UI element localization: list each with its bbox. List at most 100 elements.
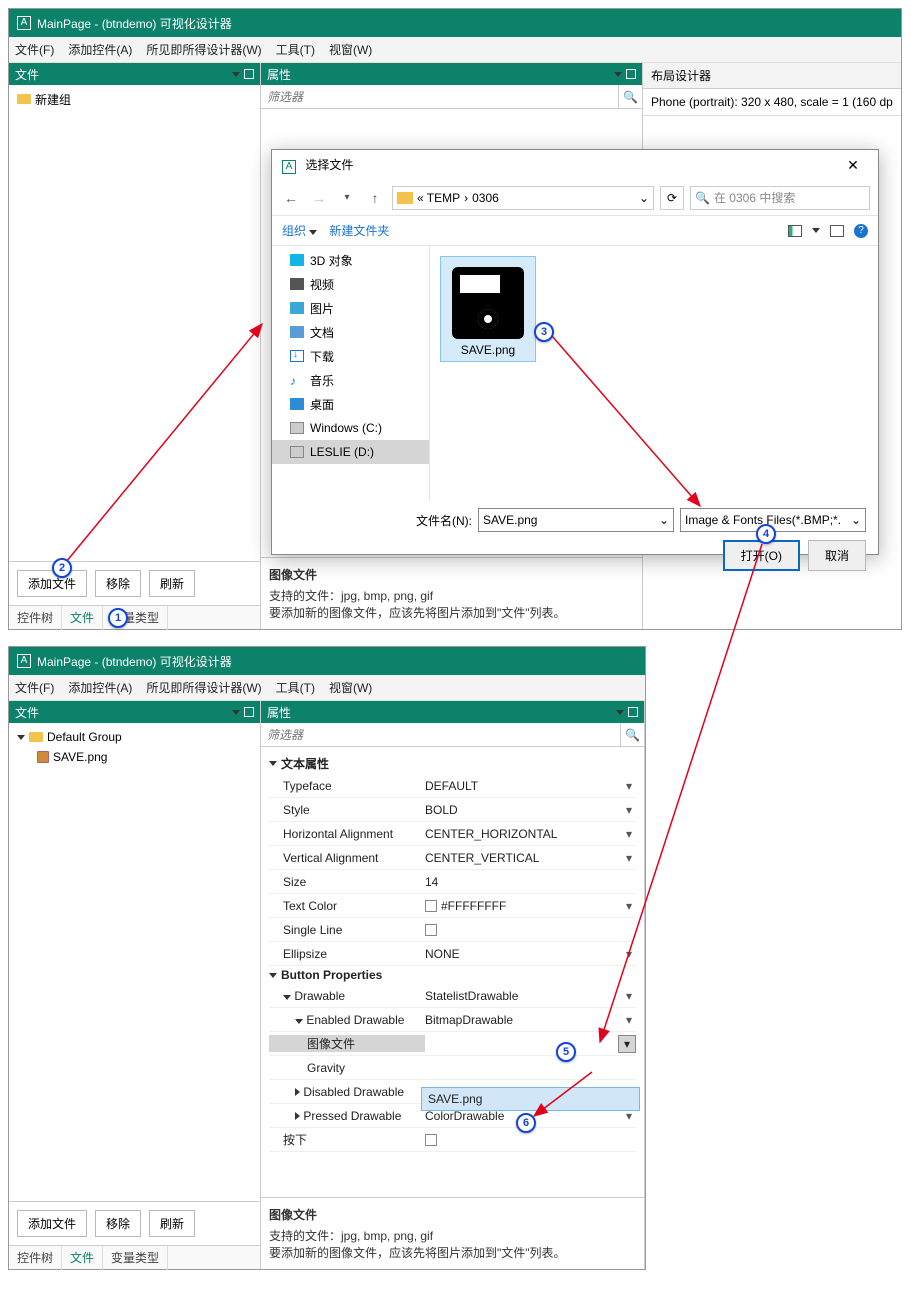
pin-icon[interactable]: [244, 707, 254, 717]
prop-ellipsize[interactable]: EllipsizeNONE▾: [269, 942, 636, 966]
prop-singleline[interactable]: Single Line: [269, 918, 636, 942]
file-tree[interactable]: Default Group SAVE.png: [9, 723, 260, 1201]
menu-wysiwyg[interactable]: 所见即所得设计器(W): [146, 679, 261, 696]
nav-videos[interactable]: 视频: [272, 272, 429, 296]
dialog-nav-tree[interactable]: 3D 对象 视频 图片 文档 下载 ♪音乐 桌面 Windows (C:) LE…: [272, 246, 430, 500]
tree-item-save[interactable]: SAVE.png: [13, 747, 256, 767]
remove-button[interactable]: 移除: [95, 1210, 141, 1237]
file-pane-header: 文件: [9, 63, 260, 85]
nav-desktop[interactable]: 桌面: [272, 392, 429, 416]
section-button-props[interactable]: Button Properties: [269, 968, 636, 982]
back-icon[interactable]: ←: [280, 187, 302, 209]
tab-files[interactable]: 文件: [62, 605, 103, 630]
prop-image-file[interactable]: 图像文件▾: [269, 1032, 636, 1056]
collapse-icon[interactable]: [614, 72, 622, 77]
view-dropdown-icon[interactable]: [812, 228, 820, 233]
menu-file[interactable]: 文件(F): [15, 41, 54, 58]
dialog-search[interactable]: 🔍 在 0306 中搜索: [690, 186, 870, 210]
dropdown-icon[interactable]: ⌄: [659, 513, 669, 527]
menu-file[interactable]: 文件(F): [15, 679, 54, 696]
collapse-icon[interactable]: [232, 72, 240, 77]
nav-downloads[interactable]: 下载: [272, 344, 429, 368]
checkbox[interactable]: [425, 924, 437, 936]
prop-textcolor[interactable]: Text Color#FFFFFFFF▾: [269, 894, 636, 918]
refresh-button[interactable]: 刷新: [149, 570, 195, 597]
new-folder-button[interactable]: 新建文件夹: [329, 222, 389, 239]
pin-icon[interactable]: [626, 69, 636, 79]
help-title: 图像文件: [269, 1206, 636, 1223]
prop-valign[interactable]: Vertical AlignmentCENTER_VERTICAL▾: [269, 846, 636, 870]
file-item-save[interactable]: SAVE.png: [440, 256, 536, 362]
remove-button[interactable]: 移除: [95, 570, 141, 597]
drive-icon: [290, 446, 304, 458]
help-icon[interactable]: ?: [854, 224, 868, 238]
titlebar[interactable]: A MainPage - (btndemo) 可视化设计器: [9, 647, 645, 675]
nav-documents[interactable]: 文档: [272, 320, 429, 344]
menu-tools[interactable]: 工具(T): [276, 41, 315, 58]
tree-root-row[interactable]: 新建组: [13, 89, 256, 109]
search-icon[interactable]: 🔍: [620, 723, 644, 746]
dropdown-icon[interactable]: ⌄: [851, 513, 861, 527]
prop-drawable[interactable]: DrawableStatelistDrawable▾: [269, 984, 636, 1008]
tab-vartype[interactable]: 变量类型: [103, 1245, 168, 1270]
filter-input[interactable]: [261, 723, 620, 746]
collapse-icon[interactable]: [616, 710, 624, 715]
forward-icon[interactable]: →: [308, 187, 330, 209]
pin-icon[interactable]: [244, 69, 254, 79]
tab-control-tree[interactable]: 控件树: [9, 1245, 62, 1270]
dialog-titlebar[interactable]: A 选择文件 ✕: [272, 150, 878, 180]
tab-files[interactable]: 文件: [62, 1245, 103, 1270]
add-file-button[interactable]: 添加文件: [17, 1210, 87, 1237]
open-button[interactable]: 打开(O): [723, 540, 800, 571]
prop-enabled-drawable[interactable]: Enabled DrawableBitmapDrawable▾: [269, 1008, 636, 1032]
nav-drive-d[interactable]: LESLIE (D:): [272, 440, 429, 464]
checkbox[interactable]: [425, 1134, 437, 1146]
organize-menu[interactable]: 组织: [282, 222, 317, 239]
file-tree[interactable]: 新建组: [9, 85, 260, 561]
tree-root-row[interactable]: Default Group: [13, 727, 256, 747]
up-icon[interactable]: ▾: [336, 187, 358, 209]
search-icon[interactable]: 🔍: [618, 85, 642, 108]
nav-music[interactable]: ♪音乐: [272, 368, 429, 392]
prop-style[interactable]: StyleBOLD▾: [269, 798, 636, 822]
breadcrumb-dropdown-icon[interactable]: ⌄: [639, 191, 649, 205]
menu-view[interactable]: 视窗(W): [329, 41, 372, 58]
preview-pane-icon[interactable]: [830, 225, 844, 237]
expand-icon[interactable]: [17, 735, 25, 740]
prop-press[interactable]: 按下: [269, 1128, 636, 1152]
collapse-icon[interactable]: [232, 710, 240, 715]
close-icon[interactable]: ✕: [838, 157, 868, 174]
tab-control-tree[interactable]: 控件树: [9, 605, 62, 630]
menu-view[interactable]: 视窗(W): [329, 679, 372, 696]
up-button-icon[interactable]: ↑: [364, 187, 386, 209]
nav-drive-c[interactable]: Windows (C:): [272, 416, 429, 440]
breadcrumb-part-2[interactable]: 0306: [472, 191, 499, 205]
filename-input[interactable]: SAVE.png ⌄: [478, 508, 674, 532]
view-mode-icon[interactable]: [788, 225, 802, 237]
nav-3d-objects[interactable]: 3D 对象: [272, 248, 429, 272]
prop-halign[interactable]: Horizontal AlignmentCENTER_HORIZONTAL▾: [269, 822, 636, 846]
menu-wysiwyg[interactable]: 所见即所得设计器(W): [146, 41, 261, 58]
add-file-button[interactable]: 添加文件: [17, 570, 87, 597]
breadcrumb[interactable]: « TEMP › 0306 ⌄: [392, 186, 654, 210]
refresh-button[interactable]: 刷新: [149, 1210, 195, 1237]
breadcrumb-part-1[interactable]: « TEMP: [417, 191, 460, 205]
menu-add-control[interactable]: 添加控件(A): [68, 679, 132, 696]
dropdown-option-save[interactable]: SAVE.png: [421, 1087, 640, 1111]
titlebar[interactable]: A MainPage - (btndemo) 可视化设计器: [9, 9, 901, 37]
reload-icon[interactable]: ⟳: [660, 186, 684, 210]
prop-gravity[interactable]: Gravity: [269, 1056, 636, 1080]
dialog-file-area[interactable]: SAVE.png: [430, 246, 878, 500]
prop-disabled-drawable[interactable]: Disabled Drawable SAVE.png: [269, 1080, 636, 1104]
pin-icon[interactable]: [628, 707, 638, 717]
nav-pictures[interactable]: 图片: [272, 296, 429, 320]
prop-typeface[interactable]: TypefaceDEFAULT▾: [269, 774, 636, 798]
menu-add-control[interactable]: 添加控件(A): [68, 41, 132, 58]
menu-tools[interactable]: 工具(T): [276, 679, 315, 696]
filter-input[interactable]: [261, 85, 618, 108]
section-text-props[interactable]: 文本属性: [269, 755, 636, 772]
dialog-title-text: 选择文件: [305, 158, 353, 172]
cancel-button[interactable]: 取消: [808, 540, 866, 571]
dropdown-button-icon[interactable]: ▾: [618, 1035, 636, 1053]
prop-size[interactable]: Size14: [269, 870, 636, 894]
